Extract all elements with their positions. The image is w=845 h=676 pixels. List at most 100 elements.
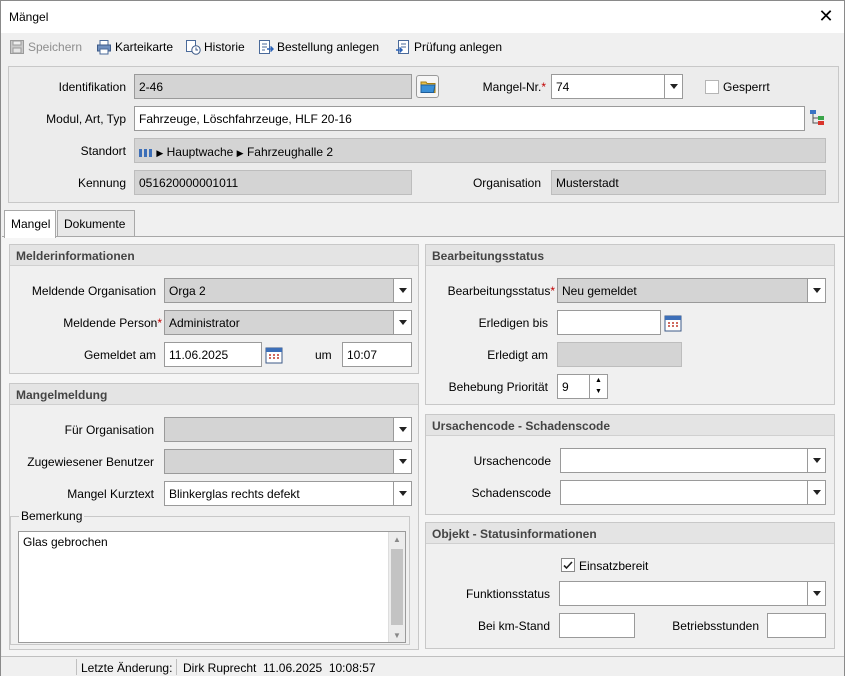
kurztext-combo[interactable]: Blinkerglas rechts defekt (164, 481, 412, 506)
funktionsstatus-combo[interactable] (559, 581, 826, 606)
fuer-org-label: Für Organisation (64, 423, 154, 437)
order-icon (259, 40, 274, 54)
standort-path-0: Hauptwache (166, 145, 234, 159)
chevron-down-icon[interactable] (664, 75, 682, 98)
gemeldet-label: Gemeldet am (83, 348, 156, 362)
identifikation-field[interactable]: 2-46 (134, 74, 412, 99)
path-arrow-icon: ▶ (156, 148, 164, 158)
meldende-org-label: Meldende Organisation (31, 284, 156, 298)
chevron-down-icon[interactable] (807, 481, 825, 504)
betriebsstunden-label: Betriebsstunden (672, 619, 759, 633)
scroll-up-icon[interactable]: ▲ (393, 535, 401, 544)
kurztext-value: Blinkerglas rechts defekt (169, 487, 300, 501)
prioritaet-spin-buttons[interactable]: ▲ ▼ (589, 375, 607, 398)
modul-label: Modul, Art, Typ (46, 112, 126, 126)
um-label: um (315, 348, 332, 362)
mangel-nr-value: 74 (556, 80, 570, 94)
betriebsstunden-field[interactable] (767, 613, 826, 638)
erledigen-label: Erledigen bis (478, 316, 548, 330)
modul-select-button[interactable] (807, 107, 827, 129)
einsatzbereit-label: Einsatzbereit (579, 559, 649, 573)
gemeldet-time-field[interactable]: 10:07 (342, 342, 412, 367)
toolbar: Speichern Karteikarte Historie Bestellun… (1, 33, 844, 60)
scroll-thumb[interactable] (391, 549, 403, 625)
open-folder-button[interactable] (416, 75, 439, 98)
bemerkung-textarea[interactable]: Glas gebrochen ▲ ▼ (18, 531, 406, 643)
meldende-org-combo[interactable]: Orga 2 (164, 278, 412, 303)
meldende-person-value: Administrator (169, 316, 240, 330)
bemerkung-group: Bemerkung Glas gebrochen ▲ ▼ (10, 509, 410, 645)
modul-field[interactable]: Fahrzeuge, Löschfahrzeuge, HLF 20-16 (134, 106, 805, 131)
chevron-down-icon[interactable] (807, 582, 825, 605)
tab-dokumente[interactable]: Dokumente (57, 210, 135, 237)
bearbeitungsstatus-combo[interactable]: Neu gemeldet (557, 278, 826, 303)
maengel-window: Mängel ✕ Speichern Karteikarte Historie … (0, 0, 845, 676)
chevron-down-icon[interactable] (807, 279, 825, 302)
bestellung-label: Bestellung anlegen (277, 40, 380, 54)
fuer-org-combo[interactable] (164, 417, 412, 442)
print-icon (97, 40, 111, 55)
erledigen-field[interactable] (557, 310, 661, 335)
melder-group-title: Melderinformationen (10, 245, 418, 266)
bestellung-button[interactable]: Bestellung anlegen (258, 38, 379, 56)
mangel-nr-combo[interactable]: 74 (551, 74, 683, 99)
meldende-person-combo[interactable]: Administrator (164, 310, 412, 335)
calendar-icon[interactable] (264, 345, 284, 365)
funktionsstatus-label: Funktionsstatus (465, 587, 550, 601)
save-label: Speichern (28, 40, 83, 54)
gemeldet-date-field[interactable]: 11.06.2025 (164, 342, 262, 367)
ursachencode-combo[interactable] (560, 448, 826, 473)
kennung-label: Kennung (77, 176, 126, 190)
kennung-field: 051620000001011 (134, 170, 412, 195)
mangel-nr-label: Mangel-Nr.* (482, 80, 546, 94)
chevron-down-icon[interactable] (807, 449, 825, 472)
schadenscode-combo[interactable] (560, 480, 826, 505)
prioritaet-spinner[interactable]: 9 ▲ ▼ (557, 374, 608, 399)
bemerkung-scrollbar[interactable]: ▲ ▼ (388, 532, 405, 642)
pruefung-button[interactable]: Prüfung anlegen (395, 38, 502, 56)
historie-button[interactable]: Historie (185, 38, 245, 56)
schadenscode-label: Schadenscode (471, 486, 551, 500)
chevron-down-icon[interactable] (393, 418, 411, 441)
save-button[interactable]: Speichern (9, 38, 82, 56)
path-arrow-icon: ▶ (236, 148, 244, 158)
km-stand-field[interactable] (559, 613, 635, 638)
close-icon[interactable]: ✕ (814, 5, 838, 27)
letzte-aenderung-user: Dirk Ruprecht (183, 661, 257, 675)
tab-mangel[interactable]: Mangel (4, 210, 56, 238)
spin-up-icon[interactable]: ▲ (590, 375, 607, 386)
chevron-down-icon[interactable] (393, 450, 411, 473)
karteikarte-button[interactable]: Karteikarte (96, 38, 173, 56)
title-bar: Mängel ✕ (1, 1, 844, 33)
bearbeitungsstatus-value: Neu gemeldet (562, 284, 637, 298)
chevron-down-icon[interactable] (393, 482, 411, 505)
prioritaet-label: Behebung Priorität (448, 380, 548, 394)
kurztext-label: Mangel Kurztext (67, 487, 154, 501)
chevron-down-icon[interactable] (393, 311, 411, 334)
location-icon (139, 148, 153, 157)
scroll-down-icon[interactable]: ▼ (393, 631, 401, 640)
karteikarte-label: Karteikarte (115, 40, 174, 54)
benutzer-label: Zugewiesener Benutzer (27, 455, 154, 469)
standort-field[interactable]: ▶ Hauptwache ▶ Fahrzeughalle 2 (134, 138, 826, 163)
status-bar: Letzte Änderung: Dirk Ruprecht 11.06.202… (1, 656, 844, 676)
bearbeitung-group-title: Bearbeitungsstatus (426, 245, 834, 266)
prioritaet-value: 9 (562, 380, 569, 394)
letzte-aenderung-label: Letzte Änderung: (81, 661, 173, 675)
standort-path-1: Fahrzeughalle 2 (246, 145, 333, 159)
save-icon (10, 40, 24, 54)
history-icon (186, 40, 201, 55)
bemerkung-value: Glas gebrochen (23, 535, 108, 549)
chevron-down-icon[interactable] (393, 279, 411, 302)
inspection-icon (396, 40, 409, 54)
identifikation-label: Identifikation (58, 80, 126, 94)
calendar-icon[interactable] (663, 313, 683, 333)
einsatzbereit-checkbox[interactable] (561, 558, 575, 572)
gesperrt-checkbox[interactable] (705, 80, 719, 94)
benutzer-combo[interactable] (164, 449, 412, 474)
gesperrt-label: Gesperrt (723, 80, 770, 94)
organisation-label: Organisation (472, 176, 541, 190)
spin-down-icon[interactable]: ▼ (590, 386, 607, 397)
folder-icon (420, 81, 436, 93)
objekt-group-title: Objekt - Statusinformationen (426, 523, 834, 544)
